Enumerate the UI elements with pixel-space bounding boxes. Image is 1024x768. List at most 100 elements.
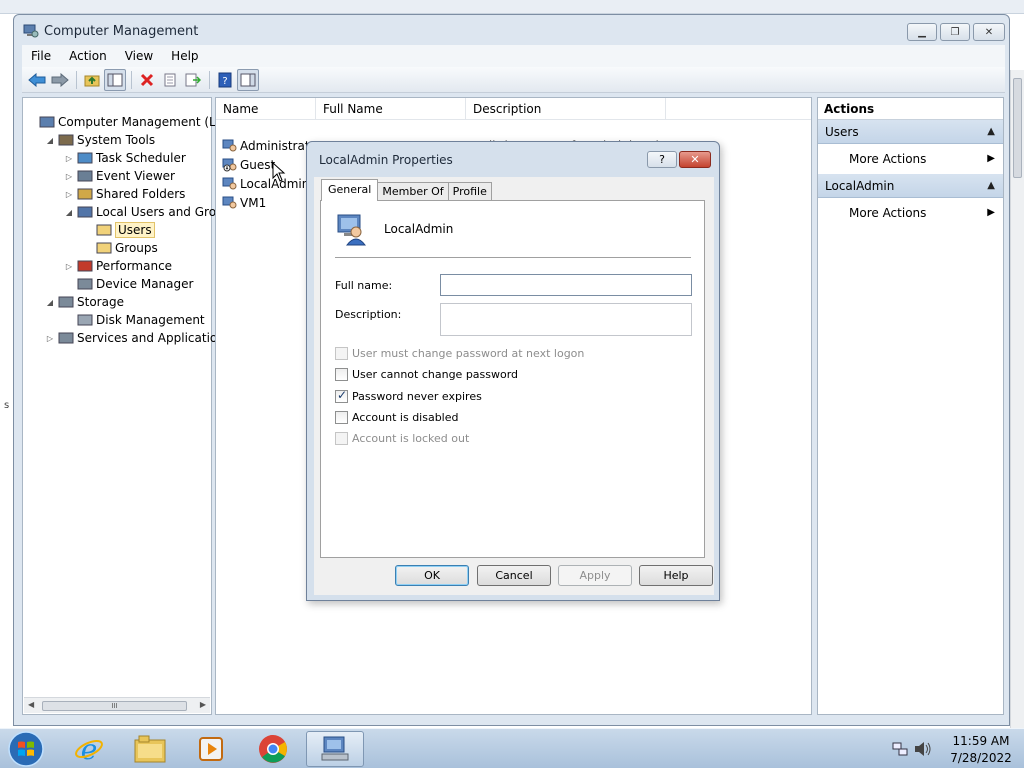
- close-button[interactable]: ✕: [973, 23, 1005, 41]
- expand-toggle-icon[interactable]: ▷: [44, 334, 56, 343]
- delete-x-icon: [140, 73, 154, 86]
- expand-toggle-icon[interactable]: ◢: [44, 136, 56, 145]
- scroll-right-icon[interactable]: ▶: [200, 700, 206, 709]
- tree-item[interactable]: Computer Management (Local: [25, 113, 240, 131]
- tree-item[interactable]: ◢ Local Users and Groups: [63, 203, 238, 221]
- collapse-icon[interactable]: ▲: [987, 174, 995, 198]
- menu-view[interactable]: View: [116, 46, 162, 66]
- clock-icon: [77, 152, 93, 164]
- actions-pane: Actions Users ▲ More Actions ▶ LocalAdmi…: [817, 97, 1004, 715]
- checkbox-option[interactable]: Account is disabled: [335, 411, 459, 424]
- console-tree[interactable]: Computer Management (Local ◢ System Tools ▷…: [22, 97, 240, 715]
- svg-text:?: ?: [222, 76, 227, 87]
- scrollbar-thumb[interactable]: [1013, 78, 1022, 178]
- tab-profile[interactable]: Profile: [447, 182, 492, 201]
- checkbox[interactable]: [335, 411, 348, 424]
- tree-item[interactable]: Groups: [82, 239, 158, 257]
- taskbar-internet-explorer[interactable]: e: [60, 731, 118, 767]
- dialog-close-button[interactable]: ✕: [679, 151, 711, 168]
- checkbox-option[interactable]: Password never expires: [335, 388, 482, 403]
- actions-section-localadmin[interactable]: LocalAdmin ▲: [818, 174, 1003, 198]
- up-one-level-button[interactable]: [81, 69, 103, 91]
- tree-item[interactable]: Device Manager: [63, 275, 193, 293]
- column-header-description[interactable]: Description: [466, 98, 666, 120]
- event-viewer-icon: [77, 170, 93, 182]
- tree-item[interactable]: ◢ System Tools: [44, 131, 155, 149]
- expand-toggle-icon[interactable]: ◢: [44, 298, 56, 307]
- checkbox-checked[interactable]: [335, 388, 348, 403]
- menu-action[interactable]: Action: [60, 46, 116, 66]
- help-toolbar-button[interactable]: ?: [214, 69, 236, 91]
- forward-button[interactable]: [49, 69, 71, 91]
- dialog-help-button[interactable]: ?: [647, 151, 677, 168]
- cancel-button[interactable]: Cancel: [477, 565, 551, 586]
- section-label: LocalAdmin: [825, 179, 895, 193]
- actions-section-users[interactable]: Users ▲: [818, 120, 1003, 144]
- scrollbar-thumb[interactable]: III: [42, 701, 187, 711]
- apply-button[interactable]: Apply: [558, 565, 632, 586]
- storage-icon: [58, 296, 74, 308]
- list-item[interactable]: Guest: [222, 156, 275, 174]
- network-icon[interactable]: [892, 741, 908, 757]
- taskbar-computer-management[interactable]: [306, 731, 364, 767]
- show-hide-action-pane-button[interactable]: [237, 68, 259, 91]
- checkbox-label: Password never expires: [352, 390, 482, 403]
- show-hide-console-tree-button[interactable]: [104, 68, 126, 91]
- more-actions-localadmin[interactable]: More Actions ▶: [818, 198, 1003, 228]
- expand-toggle-icon[interactable]: ▷: [63, 262, 75, 271]
- clock-date[interactable]: 7/28/2022: [946, 751, 1016, 765]
- column-header-full-name[interactable]: Full Name: [316, 98, 466, 120]
- title-bar[interactable]: Computer Management ▁ ❐ ✕: [14, 15, 1009, 45]
- expand-toggle-icon[interactable]: ▷: [63, 172, 75, 181]
- list-item[interactable]: LocalAdmin: [222, 175, 309, 193]
- tree-item[interactable]: ◢ Storage: [44, 293, 124, 311]
- export-list-button[interactable]: [182, 69, 204, 91]
- tree-item[interactable]: Users: [82, 221, 155, 239]
- maximize-button[interactable]: ❐: [940, 23, 970, 41]
- tree-item[interactable]: ▷ Performance: [63, 257, 172, 275]
- taskbar-chrome[interactable]: [244, 731, 302, 767]
- back-button[interactable]: [26, 69, 48, 91]
- tab-member-of[interactable]: Member Of: [377, 182, 449, 201]
- tree-horizontal-scrollbar[interactable]: ◀ III ▶: [24, 697, 210, 713]
- scroll-left-icon[interactable]: ◀: [28, 700, 34, 709]
- forward-arrow-icon: [51, 72, 69, 87]
- tree-item[interactable]: ▷ Task Scheduler: [63, 149, 186, 167]
- expand-toggle-icon[interactable]: ▷: [63, 154, 75, 163]
- more-actions-users[interactable]: More Actions ▶: [818, 144, 1003, 174]
- full-name-input[interactable]: [440, 274, 692, 296]
- more-actions-label: More Actions: [849, 152, 927, 166]
- dialog-title: LocalAdmin Properties: [319, 153, 453, 167]
- delete-button[interactable]: [136, 69, 158, 91]
- menu-file[interactable]: File: [22, 46, 60, 66]
- expand-toggle-icon[interactable]: ◢: [63, 208, 75, 217]
- volume-icon[interactable]: [914, 741, 932, 757]
- clock-time[interactable]: 11:59 AM: [946, 734, 1016, 748]
- list-item[interactable]: VM1: [222, 194, 266, 212]
- description-input[interactable]: [440, 303, 692, 336]
- computer-icon: [39, 116, 55, 128]
- back-arrow-icon: [28, 72, 46, 87]
- expand-toggle-icon[interactable]: ▷: [63, 190, 75, 199]
- column-header-name[interactable]: Name: [216, 98, 316, 120]
- menu-help[interactable]: Help: [162, 46, 207, 66]
- checkbox-option[interactable]: User cannot change password: [335, 368, 518, 381]
- tree-item[interactable]: ▷ Services and Applications: [44, 329, 231, 347]
- folder-up-icon: [84, 75, 100, 86]
- tree-item-label: Services and Applications: [77, 331, 232, 345]
- ok-button[interactable]: OK: [395, 565, 469, 586]
- taskbar-media-player[interactable]: [182, 731, 240, 767]
- tree-item[interactable]: Disk Management: [63, 311, 205, 329]
- checkbox-option: Account is locked out: [335, 432, 469, 445]
- help-button[interactable]: Help: [639, 565, 713, 586]
- background-vertical-scrollbar[interactable]: [1010, 70, 1024, 728]
- collapse-icon[interactable]: ▲: [987, 120, 995, 144]
- taskbar-file-explorer[interactable]: [121, 731, 179, 767]
- tab-general[interactable]: General: [321, 179, 379, 201]
- properties-button[interactable]: [159, 69, 181, 91]
- tree-item[interactable]: ▷ Shared Folders: [63, 185, 185, 203]
- checkbox[interactable]: [335, 368, 348, 381]
- minimize-button[interactable]: ▁: [907, 23, 937, 41]
- tree-item[interactable]: ▷ Event Viewer: [63, 167, 175, 185]
- start-button[interactable]: [6, 730, 46, 768]
